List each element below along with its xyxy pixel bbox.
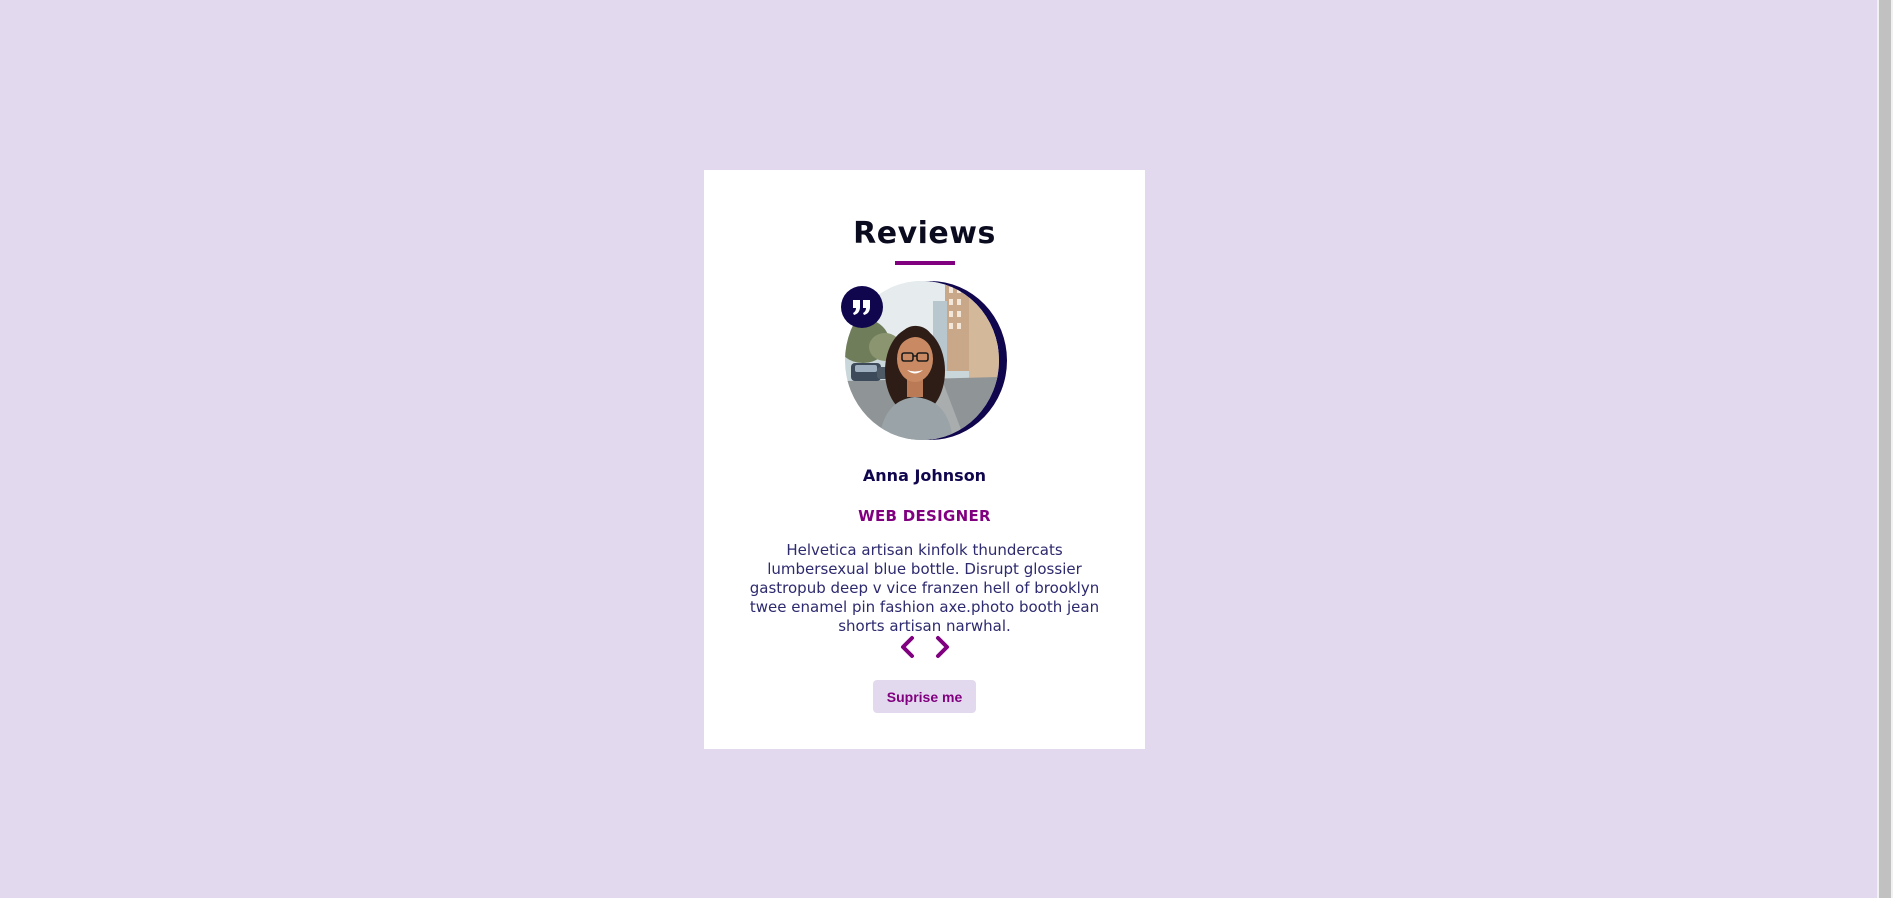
prev-button[interactable] <box>896 634 920 660</box>
reviews-heading: Reviews <box>853 216 996 251</box>
heading-underline <box>895 261 955 265</box>
review-card: Reviews Anna Johnson WEB DESIGNER Helvet… <box>704 170 1145 749</box>
nav-buttons <box>704 634 1145 660</box>
surprise-me-button[interactable]: Suprise me <box>873 680 976 713</box>
scrollbar-thumb[interactable] <box>1879 0 1891 898</box>
next-button[interactable] <box>930 634 954 660</box>
author-name: Anna Johnson <box>862 466 987 485</box>
quote-glyph <box>853 300 870 315</box>
page-scrollbar[interactable] <box>1877 0 1893 898</box>
chevron-left-icon <box>901 636 914 658</box>
review-text: Helvetica artisan kinfolk thundercats lu… <box>749 541 1100 635</box>
quote-right-icon <box>841 286 883 328</box>
chevron-right-icon <box>936 636 949 658</box>
author-job: WEB DESIGNER <box>858 507 991 525</box>
